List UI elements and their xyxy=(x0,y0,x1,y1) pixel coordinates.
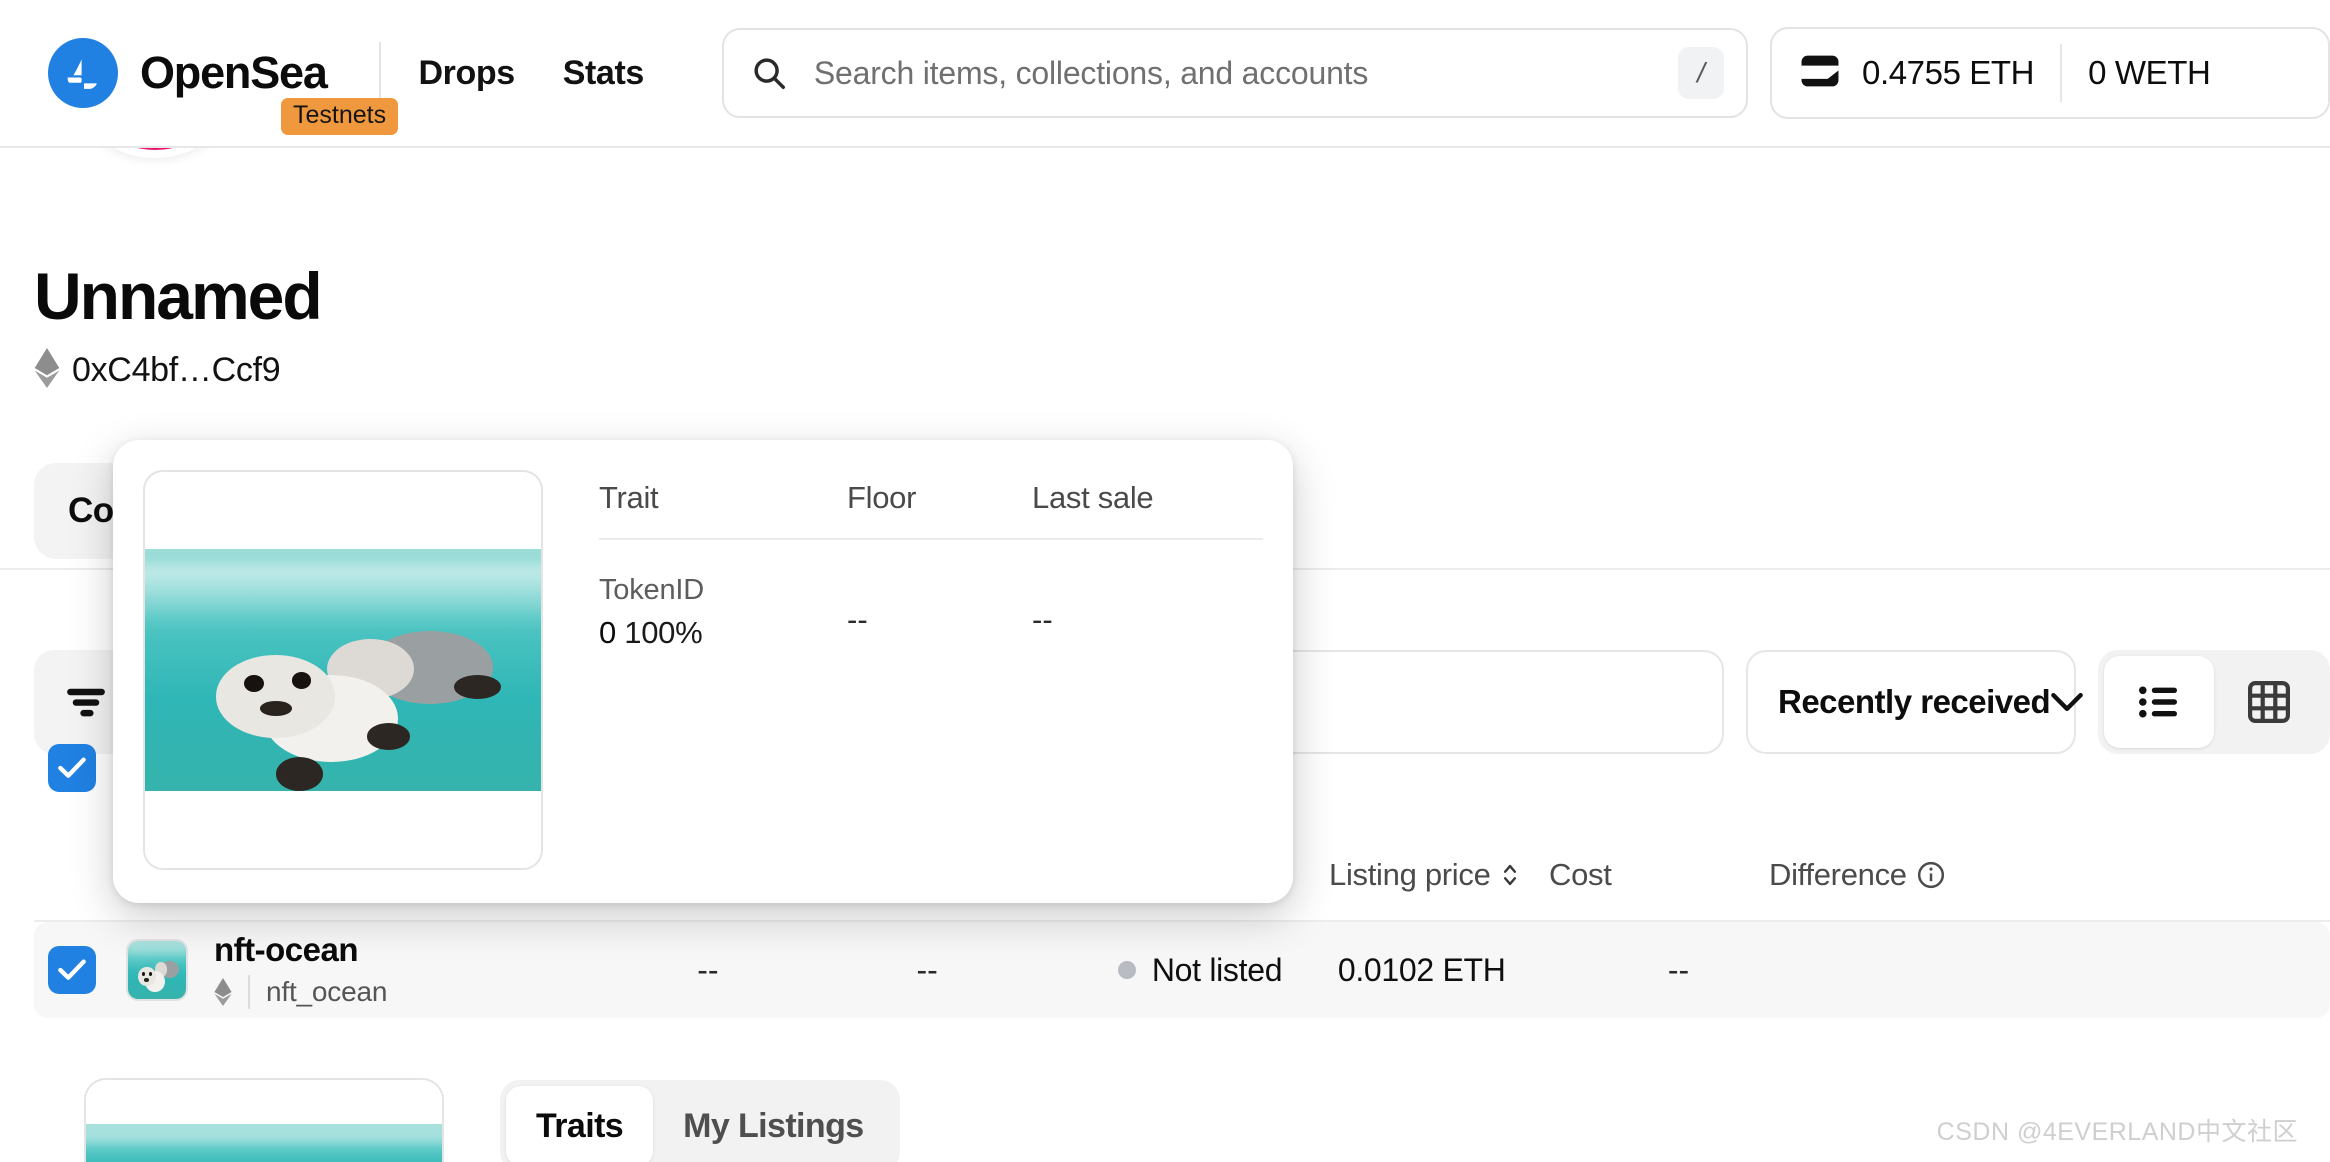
global-search-field[interactable]: Search items, collections, and accounts … xyxy=(721,28,1748,118)
ethereum-icon xyxy=(214,978,232,1006)
popover-traits-table: Trait Floor Last sale TokenID 0 100% -- … xyxy=(599,470,1263,873)
nav-divider xyxy=(378,42,381,104)
row-cell-col3: -- xyxy=(697,951,719,988)
column-header-cost-label: Cost xyxy=(1549,857,1612,892)
detail-tabs: Traits My Listings xyxy=(500,1080,900,1162)
brand-logo[interactable]: OpenSea Testnets xyxy=(48,38,399,135)
popover-last-sale-value: -- xyxy=(1032,602,1053,637)
brand-name: OpenSea xyxy=(140,47,328,98)
item-traits-popover: Trait Floor Last sale TokenID 0 100% -- … xyxy=(113,440,1293,903)
search-shortcut-key: / xyxy=(1678,47,1724,99)
popover-header-last-sale: Last sale xyxy=(1032,480,1154,515)
popover-trait-rarity: 100% xyxy=(624,615,703,650)
view-mode-toggle xyxy=(2098,650,2330,754)
row-select-checkbox[interactable] xyxy=(48,946,96,994)
popover-table-header: Trait Floor Last sale xyxy=(599,480,1263,540)
testnets-badge: Testnets xyxy=(281,98,399,135)
row-cell-col4: -- xyxy=(916,951,938,988)
profile-address: 0xC4bf…Ccf9 xyxy=(72,351,281,389)
popover-item-image xyxy=(143,470,543,870)
chevron-down-icon xyxy=(2050,691,2084,713)
column-header-difference-label: Difference xyxy=(1769,857,1907,892)
row-sub-divider xyxy=(248,975,250,1009)
column-header-listing-price[interactable]: Listing price xyxy=(1329,857,1549,893)
popover-floor-value: -- xyxy=(847,602,868,637)
nav-link-drops[interactable]: Drops xyxy=(419,54,516,93)
page-root: OpenSea Testnets Drops Stats Search item… xyxy=(0,0,2330,1162)
grid-view-icon[interactable] xyxy=(2214,656,2324,748)
column-header-listing-price-label: Listing price xyxy=(1329,857,1491,892)
popover-header-trait: Trait xyxy=(599,480,659,515)
wallet-weth-balance: 0 WETH xyxy=(2088,54,2211,91)
watermark: CSDN @4EVERLAND中文社区 xyxy=(1936,1118,2298,1146)
sort-selected-value: Recently received xyxy=(1778,683,2051,720)
table-row[interactable]: nft-ocean nft_ocean -- -- Not listed 0.0… xyxy=(34,922,2330,1018)
row-item-thumbnail xyxy=(126,939,188,1001)
next-item-card[interactable] xyxy=(84,1078,444,1162)
popover-trait-name: TokenID xyxy=(599,574,704,606)
column-header-difference: Difference xyxy=(1769,857,1945,893)
search-icon xyxy=(750,54,788,92)
popover-header-floor: Floor xyxy=(847,480,917,515)
sort-arrows-icon xyxy=(1501,862,1519,888)
list-view-icon[interactable] xyxy=(2104,656,2214,748)
wallet-divider xyxy=(2060,44,2063,102)
profile-address-row[interactable]: 0xC4bf…Ccf9 xyxy=(34,348,281,393)
column-header-cost: Cost xyxy=(1549,857,1769,893)
status-dot-icon xyxy=(1117,961,1136,979)
popover-trait-value: 0 xyxy=(599,615,616,650)
wallet-eth-balance: 0.4755 ETH xyxy=(1862,54,2035,91)
tab-my-listings[interactable]: My Listings xyxy=(653,1086,893,1162)
sort-dropdown[interactable]: Recently received xyxy=(1746,650,2083,754)
opensea-logo-icon xyxy=(48,38,118,108)
row-item-name: nft-ocean xyxy=(214,931,359,968)
row-difference: -- xyxy=(1667,951,1690,988)
wallet-balance-box[interactable]: 0.4755 ETH 0 WETH xyxy=(1770,27,2330,119)
page-title: Unnamed xyxy=(34,259,323,333)
nav-link-stats[interactable]: Stats xyxy=(563,54,645,93)
row-cost: 0.0102 ETH xyxy=(1337,951,1506,988)
tab-traits[interactable]: Traits xyxy=(506,1086,654,1162)
ethereum-icon xyxy=(34,348,60,393)
wallet-icon xyxy=(1800,54,1840,93)
info-icon[interactable] xyxy=(1917,861,1945,889)
popover-trait-value-row: 0 100% xyxy=(599,615,847,651)
top-navigation-bar: OpenSea Testnets Drops Stats Search item… xyxy=(0,0,2330,148)
global-search-input[interactable]: Search items, collections, and accounts xyxy=(814,55,1678,92)
row-listing-status: Not listed xyxy=(1151,951,1283,988)
row-item-collection: nft_ocean xyxy=(266,976,388,1007)
select-all-checkbox[interactable] xyxy=(48,744,96,792)
popover-trait-row: TokenID 0 100% -- -- xyxy=(599,540,1263,651)
